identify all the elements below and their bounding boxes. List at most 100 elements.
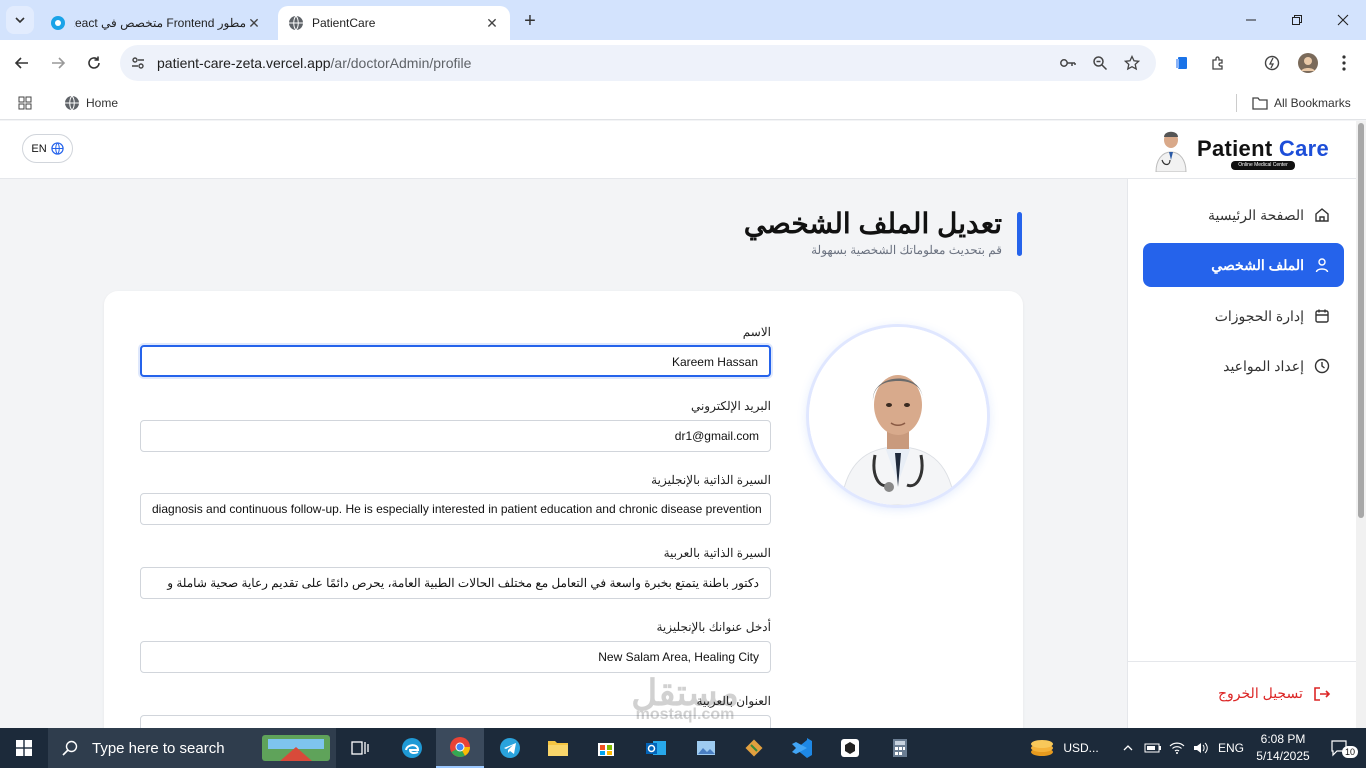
site-settings-icon[interactable]: [128, 53, 148, 73]
store-app-icon[interactable]: [586, 728, 626, 768]
scrollbar-thumb[interactable]: [1358, 123, 1364, 518]
mostaql-favicon-icon: [51, 16, 65, 30]
volume-icon[interactable]: [1190, 728, 1212, 768]
apps-grid-icon[interactable]: [18, 93, 32, 113]
clock[interactable]: 6:08 PM 5/14/2025: [1250, 728, 1316, 768]
minimize-icon: [1246, 19, 1256, 21]
folder-icon: [1252, 97, 1268, 110]
browser-tab-active[interactable]: PatientCare ✕: [278, 6, 510, 40]
performance-icon[interactable]: [1258, 49, 1286, 77]
browser-tab-strip: مطور Frontend متخصص في React ✕ PatientCa…: [0, 0, 1366, 40]
git-app-icon[interactable]: [734, 728, 774, 768]
sidebar-item-profile[interactable]: الملف الشخصي: [1143, 243, 1344, 287]
title-accent-bar: [1017, 212, 1022, 256]
password-key-icon[interactable]: [1058, 53, 1078, 73]
calculator-app-icon[interactable]: [880, 728, 920, 768]
menu-kebab-icon[interactable]: [1330, 49, 1358, 77]
tab-search-button[interactable]: [6, 6, 34, 34]
edge-app-icon[interactable]: [392, 728, 432, 768]
page-scrollbar[interactable]: [1356, 121, 1366, 728]
close-window-button[interactable]: [1320, 0, 1366, 40]
user-icon: [1315, 258, 1329, 273]
sidebar: الصفحة الرئيسية الملف الشخصي إدارة الحجو…: [1127, 179, 1356, 728]
url-text: patient-care-zeta.vercel.app/ar/doctorAd…: [157, 55, 472, 71]
sidebar-item-schedule[interactable]: إعداد المواعيد: [1143, 344, 1344, 388]
start-button[interactable]: [0, 728, 48, 768]
globe-icon: [50, 142, 64, 155]
all-bookmarks-button[interactable]: All Bookmarks: [1252, 93, 1351, 113]
bio-en-input[interactable]: diagnosis and continuous follow-up. He i…: [140, 493, 771, 525]
extensions-puzzle-icon[interactable]: [1204, 49, 1232, 77]
patient-care-logo[interactable]: Patient Care Online Medical Center: [1150, 126, 1330, 172]
sidebar-divider: [1128, 661, 1356, 662]
restore-button[interactable]: [1274, 0, 1320, 40]
all-bookmarks-label: All Bookmarks: [1274, 96, 1351, 110]
page-title: تعديل الملف الشخصي: [743, 208, 1002, 239]
tab-title: مطور Frontend متخصص في React: [74, 16, 246, 30]
email-label: البريد الإلكتروني: [690, 399, 771, 413]
unity-app-icon[interactable]: [830, 728, 870, 768]
sidebar-item-bookings[interactable]: إدارة الحجوزات: [1143, 294, 1344, 338]
input-language-indicator[interactable]: ENG: [1214, 728, 1248, 768]
app-header: EN Patient Care Online Medical Center: [0, 121, 1356, 179]
bio-ar-label: السيرة الذاتية بالعربية: [663, 546, 771, 560]
windows-logo-icon: [16, 740, 32, 756]
battery-icon[interactable]: [1142, 728, 1164, 768]
currency-icon: [1031, 740, 1054, 756]
logout-icon: [1314, 686, 1330, 701]
mostaql-watermark: مستقل mostaql.com: [631, 672, 739, 723]
bio-ar-input[interactable]: دكتور باطنة يتمتع بخبرة واسعة في التعامل…: [140, 567, 771, 599]
globe-favicon-icon: [289, 15, 303, 31]
bookmark-star-icon[interactable]: [1122, 53, 1142, 73]
main-content: تعديل الملف الشخصي قم بتحديث معلوماتك ال…: [0, 179, 1127, 728]
tray-overflow-icon[interactable]: [1118, 728, 1138, 768]
chrome-app-icon[interactable]: [436, 728, 484, 768]
browser-tab-inactive[interactable]: مطور Frontend متخصص في React ✕: [40, 6, 272, 40]
language-label: EN: [31, 142, 47, 155]
close-tab-icon[interactable]: ✕: [484, 15, 500, 31]
extension-icon[interactable]: [1168, 49, 1196, 77]
telegram-app-icon[interactable]: [490, 728, 530, 768]
search-highlight-icon: [262, 735, 330, 761]
currency-widget[interactable]: USD...: [1024, 728, 1104, 768]
vscode-app-icon[interactable]: [782, 728, 822, 768]
globe-icon: [65, 95, 79, 111]
email-input[interactable]: dr1@gmail.com: [140, 420, 771, 452]
address-en-label: أدخل عنوانك بالإنجليزية: [656, 620, 771, 634]
zoom-icon[interactable]: [1090, 53, 1110, 73]
forward-button[interactable]: [44, 49, 72, 77]
doctor-avatar[interactable]: [809, 327, 987, 505]
arrow-left-icon: [14, 57, 28, 69]
task-view-icon[interactable]: [344, 728, 376, 768]
new-tab-button[interactable]: +: [518, 9, 542, 33]
profile-avatar[interactable]: [1294, 49, 1322, 77]
language-toggle-button[interactable]: EN: [22, 134, 73, 163]
doctor-photo-icon: [809, 327, 987, 505]
name-label: الاسم: [742, 325, 771, 339]
logout-label: تسجيل الخروج: [1218, 685, 1303, 701]
currency-label: USD...: [1063, 741, 1099, 755]
reload-button[interactable]: [80, 49, 108, 77]
clock-time: 6:08 PM: [1260, 732, 1306, 746]
address-en-input[interactable]: New Salam Area, Healing City: [140, 641, 771, 673]
wifi-icon[interactable]: [1166, 728, 1188, 768]
profile-form-card: الاسم Kareem Hassan البريد الإلكتروني dr…: [104, 291, 1023, 728]
photos-app-icon[interactable]: [686, 728, 726, 768]
file-explorer-icon[interactable]: [538, 728, 578, 768]
taskbar-search-box[interactable]: Type here to search: [48, 728, 336, 768]
logout-button[interactable]: تسجيل الخروج: [1218, 685, 1331, 702]
close-tab-icon[interactable]: ✕: [246, 15, 262, 31]
outlook-app-icon[interactable]: [636, 728, 676, 768]
sidebar-item-label: الملف الشخصي: [1211, 256, 1304, 273]
windows-taskbar: Type here to search USD... ENG 6:08 PM 5…: [0, 728, 1366, 768]
address-bar[interactable]: patient-care-zeta.vercel.app/ar/doctorAd…: [120, 45, 1156, 81]
notification-center-button[interactable]: 10: [1320, 728, 1360, 768]
name-input[interactable]: Kareem Hassan: [140, 345, 771, 377]
chevron-down-icon: [15, 17, 25, 24]
back-button[interactable]: [8, 49, 36, 77]
search-icon: [62, 740, 78, 756]
sidebar-item-home[interactable]: الصفحة الرئيسية: [1143, 193, 1344, 237]
tab-title: PatientCare: [312, 16, 376, 30]
minimize-button[interactable]: [1228, 0, 1274, 40]
bookmark-home[interactable]: Home: [64, 93, 118, 113]
